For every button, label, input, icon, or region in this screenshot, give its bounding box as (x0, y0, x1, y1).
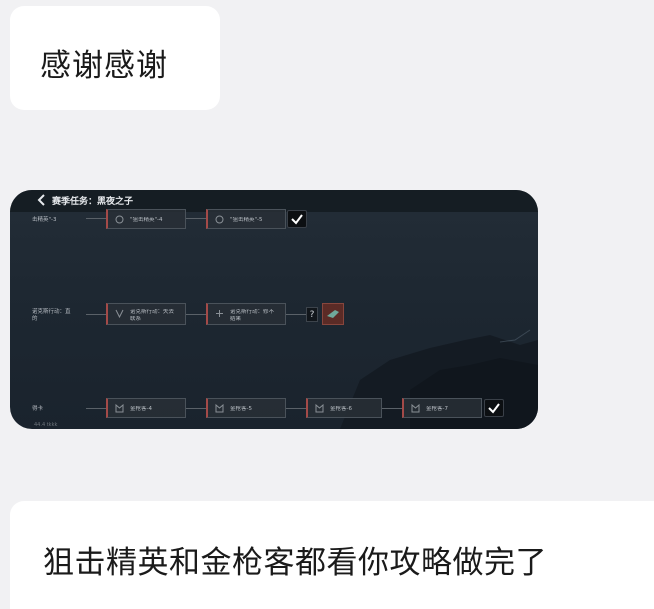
node-label: 金枪客-4 (130, 406, 152, 412)
task-node-gunslinger-5[interactable]: 金枪客-5 (206, 398, 286, 418)
node-label-line2: 联系 (130, 316, 142, 322)
emblem-icon (115, 309, 124, 318)
completed-check (484, 399, 504, 417)
game-screenshot-image[interactable]: 赛季任务：黑夜之子 击精英"-3 "狙击精英"-4 "狙击精英"-5 诺克斯行动… (10, 190, 538, 429)
crosshair-icon (115, 215, 124, 224)
row3-partial-node: 得卡 (32, 406, 44, 412)
completed-check (287, 210, 307, 228)
task-node-knox-lost-contact[interactable]: 诺克斯行动：失去 联系 (106, 303, 186, 325)
message-bubble-bottom: 狙击精英和金枪客都看你攻略做完了 (10, 501, 654, 609)
node-label-line2: 结果 (230, 316, 242, 322)
node-label-line1: 诺克斯行动：失去 (130, 309, 175, 315)
weapon-reward-icon (327, 310, 339, 318)
connector (186, 408, 206, 409)
connector (86, 408, 106, 409)
task-node-gunslinger-6[interactable]: 金枪客-6 (306, 398, 382, 418)
connector (286, 408, 306, 409)
connector (86, 314, 106, 315)
connector (186, 218, 206, 219)
message-text-top: 感谢感谢 (40, 48, 168, 84)
task-node-gunslinger-4[interactable]: 金枪客-4 (106, 398, 186, 418)
badge-icon (115, 404, 124, 413)
connector (286, 314, 306, 315)
row1-partial-frame (10, 209, 86, 229)
node-label: "狙击精英"-5 (230, 217, 263, 223)
node-label: "狙击精英"-4 (130, 217, 163, 223)
checkmark-icon (488, 403, 500, 414)
badge-icon (411, 404, 420, 413)
task-node-sniper-4[interactable]: "狙击精英"-4 (106, 209, 186, 229)
checkmark-icon (291, 214, 303, 225)
connector (86, 218, 106, 219)
node-label: 金枪客-7 (426, 406, 448, 412)
node-label-line1: 诺克斯行动：修不 (230, 309, 275, 315)
task-node-knox-result[interactable]: 诺克斯行动：修不 结果 (206, 303, 286, 325)
message-bubble-top: 感谢感谢 (10, 6, 220, 110)
reward-item[interactable] (322, 303, 344, 325)
bottom-strip-text: 44.4 tkkk (34, 422, 58, 428)
badge-icon (215, 404, 224, 413)
task-node-gunslinger-7[interactable]: 金枪客-7 (402, 398, 482, 418)
mystery-node[interactable]: ? (306, 307, 318, 322)
node-label: 金枪客-5 (230, 406, 252, 412)
emblem-icon (216, 310, 223, 317)
badge-icon (315, 404, 324, 413)
node-label: 金枪客-6 (330, 406, 352, 412)
connector (186, 314, 206, 315)
back-arrow-icon[interactable] (36, 194, 48, 206)
task-node-sniper-5[interactable]: "狙击精英"-5 (206, 209, 286, 229)
row2-partial-line2: 的 (32, 316, 38, 322)
connector (382, 408, 402, 409)
message-text-bottom: 狙击精英和金枪客都看你攻略做完了 (43, 545, 547, 581)
crosshair-icon (215, 215, 224, 224)
mission-title: 赛季任务：黑夜之子 (52, 197, 134, 207)
row2-partial-line1: 诺克斯行动：直 (32, 309, 71, 315)
